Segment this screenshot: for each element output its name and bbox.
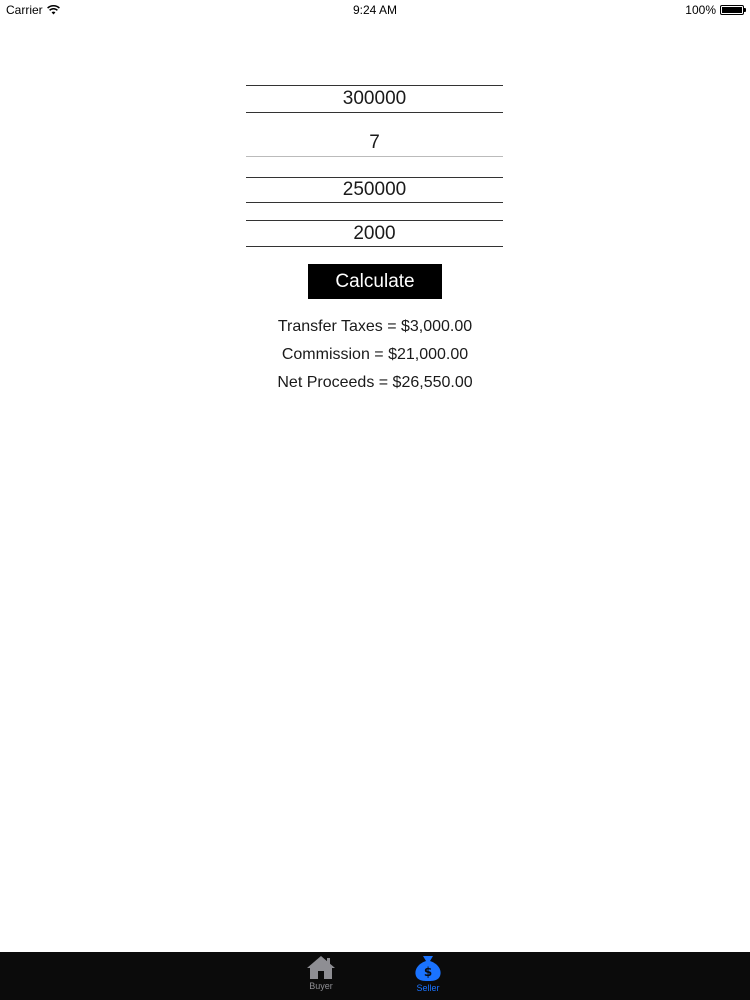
net-proceeds-result: Net Proceeds = $26,550.00 [277,374,473,391]
battery-icon [720,5,746,15]
calculator-form [246,85,503,247]
status-time: 9:24 AM [352,3,398,17]
tab-bar: Buyer $ Seller [0,952,750,1000]
transfer-taxes-result: Transfer Taxes = $3,000.00 [277,318,473,335]
closing-costs-input[interactable] [246,220,503,247]
tab-buyer-label: Buyer [309,981,333,991]
house-icon [307,956,335,979]
status-right: 100% [685,3,746,17]
battery-percent: 100% [685,3,716,17]
results: Transfer Taxes = $3,000.00 Commission = … [0,316,750,400]
mortgage-balance-input[interactable] [246,177,503,203]
tab-seller-label: Seller [416,983,440,993]
tab-seller[interactable]: $ Seller [398,954,458,1000]
tab-buyer[interactable]: Buyer [291,954,351,1000]
status-bar: Carrier 9:24 AM 100% [0,0,750,22]
calculate-button[interactable]: Calculate [308,264,442,299]
commission-result: Commission = $21,000.00 [281,346,469,363]
commission-rate-input[interactable] [246,129,503,157]
svg-text:$: $ [424,965,432,979]
sale-price-input[interactable] [246,85,503,113]
money-bag-icon: $ [415,956,441,981]
